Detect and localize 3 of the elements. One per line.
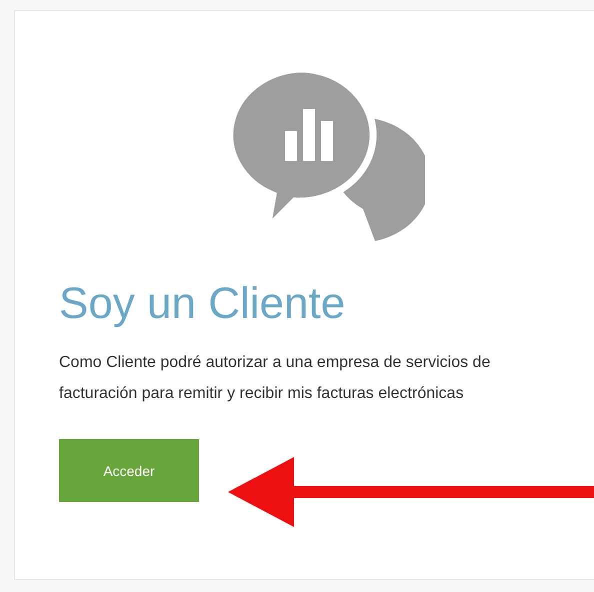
card-description: Como Cliente podré autorizar a una empresa de servicios de facturación para remitir y recibir mis facturas electrónicas bbox=[59, 353, 492, 404]
card-title: Soy un Cliente bbox=[59, 279, 346, 329]
access-button[interactable]: Acceder bbox=[59, 439, 199, 502]
